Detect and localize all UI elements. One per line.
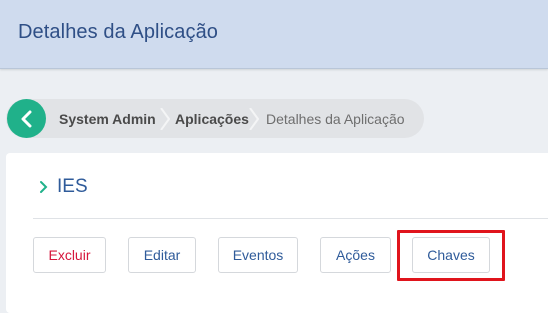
back-button[interactable] — [7, 99, 46, 138]
keys-button-highlight — [397, 230, 505, 281]
delete-button[interactable]: Excluir — [33, 237, 106, 273]
events-button[interactable]: Eventos — [218, 237, 298, 273]
breadcrumb-item-system-admin[interactable]: System Admin — [59, 111, 156, 127]
page-header: Detalhes da Aplicação — [0, 0, 548, 69]
chevron-left-icon — [21, 110, 31, 127]
divider — [33, 218, 548, 219]
breadcrumb-item-aplicacoes[interactable]: Aplicações — [175, 111, 249, 127]
breadcrumb-item-current: Detalhes da Aplicação — [266, 111, 405, 127]
application-name[interactable]: IES — [57, 176, 88, 198]
edit-button[interactable]: Editar — [128, 237, 196, 273]
breadcrumb-separator-icon — [160, 108, 170, 130]
breadcrumb-separator-icon — [249, 108, 259, 130]
page-title: Detalhes da Aplicação — [18, 21, 219, 43]
chevron-right-icon[interactable] — [39, 180, 49, 194]
actions-button[interactable]: Ações — [320, 237, 391, 273]
